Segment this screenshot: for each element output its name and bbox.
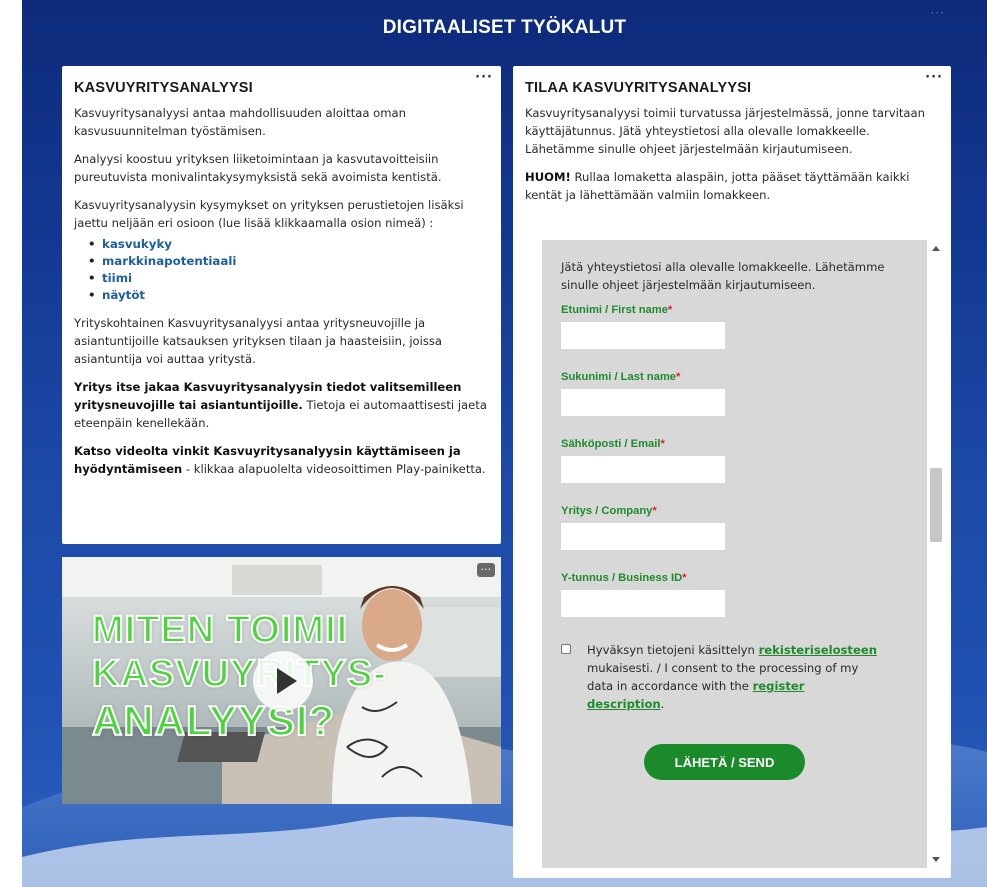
list-item: näytöt: [88, 287, 489, 304]
video-title-line-2: KASVUYRITYS-: [91, 652, 387, 696]
page-title: DIGITAALISET TYÖKALUT: [382, 17, 627, 38]
analysis-paragraph-4: Yrityskohtainen Kasvuyritysanalyysi anta…: [74, 316, 443, 366]
list-item: kasvukyky: [88, 236, 489, 253]
right-card-more-icon[interactable]: ···: [925, 70, 943, 85]
section-link-tiimi[interactable]: tiimi: [102, 271, 132, 285]
email-label: Sähköposti / Email*: [561, 438, 909, 450]
list-item: markkinapotentiaali: [88, 253, 489, 270]
analysis-info-card: ··· KASVUYRITYSANALYYSI Kasvuyritysanaly…: [62, 66, 501, 544]
consent-text-end: .: [660, 697, 665, 711]
last-name-label: Sukunimi / Last name*: [561, 371, 909, 383]
required-mark: *: [676, 371, 681, 383]
scroll-up-icon[interactable]: [932, 246, 940, 251]
section-link-list: kasvukyky markkinapotentiaali tiimi näyt…: [88, 236, 489, 304]
order-title: TILAA KASVUYRITYSANALYYSI: [525, 80, 752, 96]
last-name-label-text: Sukunimi / Last name: [561, 371, 677, 383]
signup-form-frame: Jätä yhteystietosi alla olevalle lomakke…: [542, 240, 945, 868]
required-mark: *: [652, 505, 657, 517]
section-link-naytot[interactable]: näytöt: [102, 288, 145, 302]
send-button[interactable]: LÄHETÄ / SEND: [644, 744, 805, 780]
required-mark: *: [660, 438, 665, 450]
signup-form: Jätä yhteystietosi alla olevalle lomakke…: [542, 240, 927, 868]
company-label-text: Yritys / Company: [561, 505, 653, 517]
form-scrollbar[interactable]: [927, 240, 945, 868]
consent-checkbox[interactable]: [561, 644, 571, 654]
notice-label: HUOM!: [525, 170, 571, 184]
first-name-label: Etunimi / First name*: [561, 304, 909, 316]
section-link-kasvukyky[interactable]: kasvukyky: [102, 237, 172, 251]
last-name-input[interactable]: [561, 389, 725, 416]
video-tip-rest: - klikkaa alapuolelta videosoittimen Pla…: [182, 462, 486, 476]
company-input[interactable]: [561, 523, 725, 550]
analysis-paragraph-3: Kasvuyritysanalyysin kysymykset on yrity…: [74, 198, 464, 230]
required-mark: *: [682, 572, 687, 584]
business-id-input[interactable]: [561, 590, 725, 617]
play-icon[interactable]: [253, 651, 313, 711]
scroll-down-icon[interactable]: [932, 857, 940, 862]
order-paragraph-2: HUOM! Rullaa lomaketta alaspäin, jotta p…: [525, 168, 939, 204]
required-mark: *: [667, 304, 673, 316]
form-intro: Jätä yhteystietosi alla olevalle lomakke…: [561, 260, 885, 292]
business-id-label: Y-tunnus / Business ID*: [561, 572, 909, 584]
analysis-title: KASVUYRITYSANALYYSI: [74, 80, 253, 96]
analysis-paragraph-6: Katso videolta vinkit Kasvuyritysanalyys…: [74, 442, 489, 478]
video-more-icon[interactable]: ···: [476, 563, 495, 577]
first-name-input[interactable]: [561, 322, 725, 349]
order-paragraph-1: Kasvuyritysanalyysi toimii turvatussa jä…: [525, 106, 925, 156]
video-title-line-1: MITEN TOIMII: [91, 608, 349, 652]
order-analysis-card: ··· TILAA KASVUYRITYSANALYYSI Kasvuyrity…: [513, 66, 951, 878]
first-name-label-text: Etunimi / First name: [561, 304, 668, 316]
business-id-label-text: Y-tunnus / Business ID: [561, 572, 683, 584]
consent-text-start: Hyväksyn tietojeni käsittelyn: [587, 643, 759, 657]
list-item: tiimi: [88, 270, 489, 287]
privacy-statement-link[interactable]: rekisteriselosteen: [759, 643, 877, 657]
consent-text-middle: mukaisesti. / I consent to the processin…: [587, 661, 859, 693]
company-label: Yritys / Company*: [561, 505, 909, 517]
email-label-text: Sähköposti / Email: [561, 438, 661, 450]
email-input[interactable]: [561, 456, 725, 483]
analysis-paragraph-1: Kasvuyritysanalyysi antaa mahdollisuuden…: [74, 106, 406, 138]
analysis-paragraph-2: Analyysi koostuu yrityksen liiketoiminta…: [74, 152, 442, 184]
consent-text: Hyväksyn tietojeni käsittelyn rekisteris…: [587, 641, 881, 713]
section-link-markkinapotentiaali[interactable]: markkinapotentiaali: [102, 254, 236, 268]
analysis-paragraph-5: Yritys itse jakaa Kasvuyritysanalyysin t…: [74, 378, 489, 432]
scroll-thumb[interactable]: [930, 468, 942, 542]
video-player[interactable]: ··· MITEN TOIMII KASVUYRITYS- ANALYYSI?: [62, 557, 501, 804]
notice-text: Rullaa lomaketta alaspäin, jotta pääset …: [525, 170, 910, 202]
consent-row: Hyväksyn tietojeni käsittelyn rekisteris…: [561, 641, 881, 713]
left-card-more-icon[interactable]: ···: [475, 70, 493, 85]
